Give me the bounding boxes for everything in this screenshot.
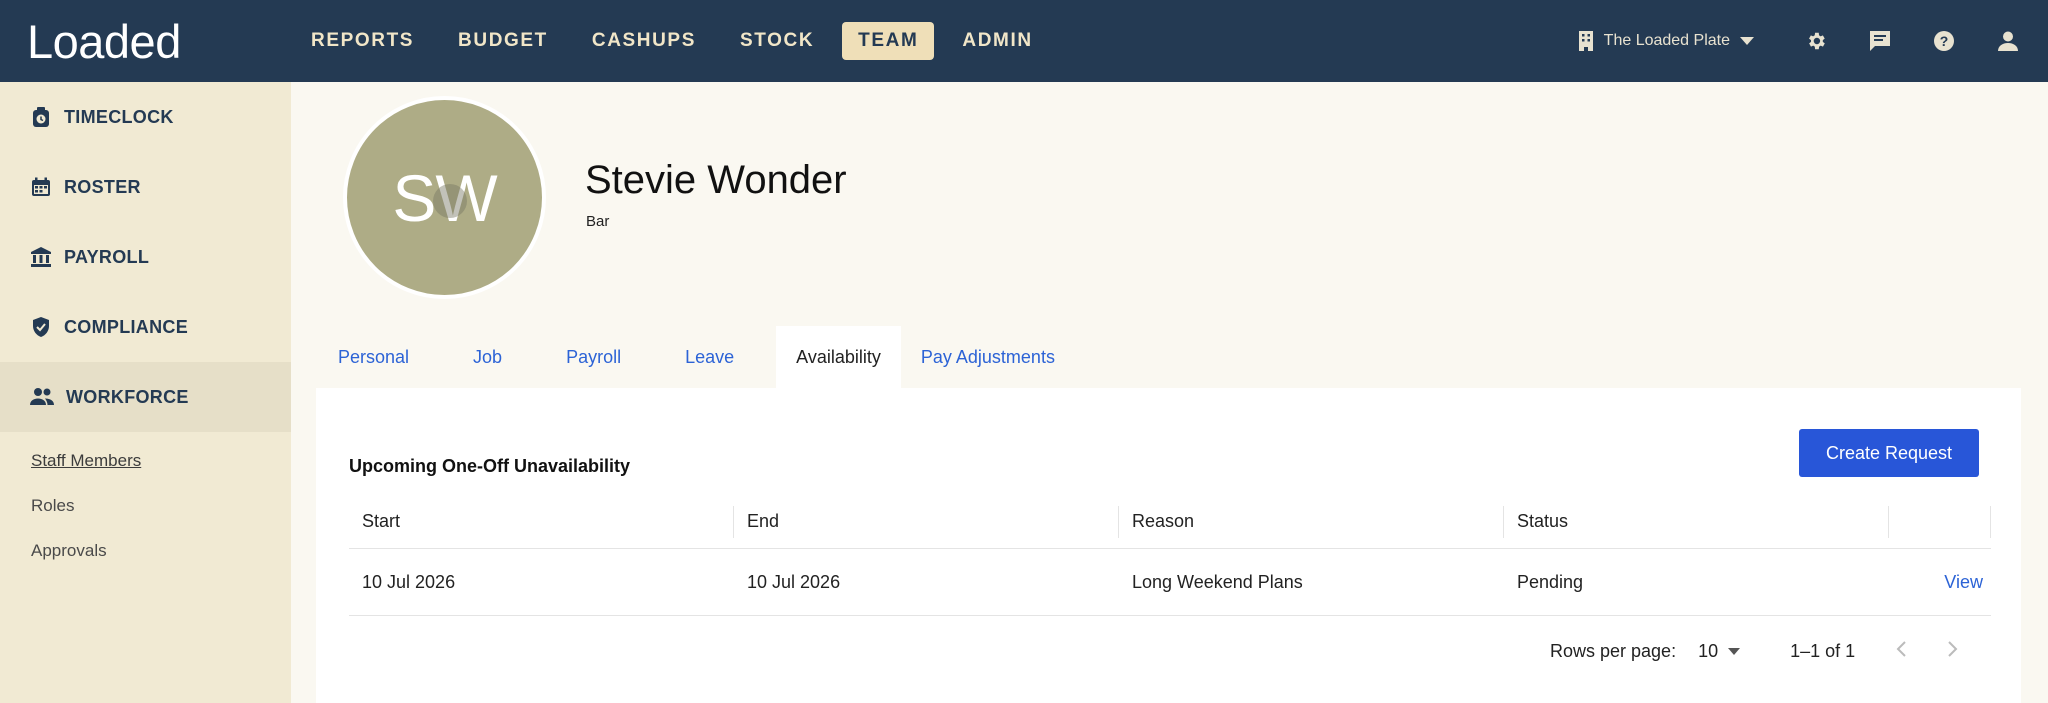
cell-status: Pending [1517, 571, 1584, 592]
availability-panel: Upcoming One-Off Unavailability Create R… [316, 388, 2021, 703]
settings-button[interactable] [1784, 0, 1848, 82]
sidebar-subitem-staff-members[interactable]: Staff Members [0, 438, 291, 483]
sidebar-item-label: TIMECLOCK [64, 106, 174, 127]
section-title: Upcoming One-Off Unavailability [349, 456, 631, 476]
tab-personal[interactable]: Personal [316, 326, 431, 388]
camera-icon [433, 184, 467, 218]
chat-icon [1870, 31, 1890, 51]
caret-down-icon [1740, 37, 1754, 45]
bank-icon [31, 247, 51, 267]
header-tools: The Loaded Plate ? [1578, 0, 2048, 82]
unavailability-table: Start End Reason Status 10 Jul 2026 10 J… [349, 495, 1991, 616]
pagination: Rows per page: 10 1–1 of 1 [1550, 638, 1959, 664]
sidebar-item-timeclock[interactable]: TIMECLOCK [0, 82, 291, 152]
cell-end: 10 Jul 2026 [747, 571, 841, 592]
column-header-status[interactable]: Status [1504, 505, 1889, 538]
previous-page-button[interactable] [1895, 638, 1907, 664]
rows-per-page-value: 10 [1698, 640, 1719, 661]
app-logo[interactable]: Loaded [27, 14, 181, 69]
timeclock-icon [33, 107, 49, 127]
svg-text:?: ? [1940, 33, 1949, 49]
create-request-button[interactable]: Create Request [1799, 429, 1979, 477]
cell-start: 10 Jul 2026 [362, 571, 456, 592]
tab-pay-adjustments[interactable]: Pay Adjustments [921, 326, 1077, 388]
sidebar-item-payroll[interactable]: PAYROLL [0, 222, 291, 292]
column-header-end[interactable]: End [734, 505, 1119, 538]
sidebar-item-roster[interactable]: ROSTER [0, 152, 291, 222]
next-page-button[interactable] [1947, 638, 1959, 664]
messages-button[interactable] [1848, 0, 1912, 82]
avatar[interactable]: SW [343, 96, 546, 299]
profile-name: Stevie Wonder [585, 158, 847, 202]
table-header: Start End Reason Status [349, 495, 1991, 549]
column-header-start[interactable]: Start [349, 505, 734, 538]
rows-per-page-label: Rows per page: [1550, 640, 1677, 661]
chevron-left-icon [1896, 641, 1906, 657]
tab-leave[interactable]: Leave [663, 326, 756, 388]
shield-icon [33, 317, 49, 337]
gear-icon [1809, 32, 1825, 50]
caret-down-icon [1728, 647, 1741, 655]
venue-selector[interactable]: The Loaded Plate [1578, 31, 1754, 51]
building-icon [1578, 31, 1593, 51]
nav-cashups[interactable]: CASHUPS [576, 22, 712, 60]
sidebar-subitem-roles[interactable]: Roles [0, 483, 291, 528]
tab-payroll[interactable]: Payroll [544, 326, 643, 388]
tab-job[interactable]: Job [451, 326, 524, 388]
table-row: 10 Jul 2026 10 Jul 2026 Long Weekend Pla… [349, 549, 1991, 616]
view-link[interactable]: View [1889, 572, 1991, 593]
cell-reason: Long Weekend Plans [1132, 571, 1303, 592]
sidebar-item-label: PAYROLL [64, 246, 150, 267]
calendar-icon [32, 177, 50, 196]
top-bar: Loaded REPORTS BUDGET CASHUPS STOCK TEAM… [0, 0, 2048, 82]
rows-per-page-select[interactable]: 10 [1698, 640, 1741, 662]
sidebar-item-label: ROSTER [64, 176, 141, 197]
column-header-actions [1889, 505, 1991, 538]
sidebar-subitem-approvals[interactable]: Approvals [0, 528, 291, 573]
nav-budget[interactable]: BUDGET [442, 22, 564, 60]
help-icon: ? [1934, 31, 1954, 51]
profile-tabs: Personal Job Payroll Leave Availability … [316, 326, 1097, 388]
help-button[interactable]: ? [1912, 0, 1976, 82]
nav-stock[interactable]: STOCK [724, 22, 830, 60]
profile-role: Bar [586, 213, 610, 230]
sidebar-item-label: COMPLIANCE [64, 316, 188, 337]
tab-availability[interactable]: Availability [776, 326, 901, 388]
column-header-reason[interactable]: Reason [1119, 505, 1504, 538]
venue-name: The Loaded Plate [1603, 32, 1730, 49]
sidebar-item-compliance[interactable]: COMPLIANCE [0, 292, 291, 362]
main-nav: REPORTS BUDGET CASHUPS STOCK TEAM ADMIN [295, 22, 1061, 60]
sidebar: TIMECLOCK ROSTER PAYROLL COMPLIANCE WORK… [0, 82, 291, 703]
nav-reports[interactable]: REPORTS [295, 22, 430, 60]
nav-team[interactable]: TEAM [842, 22, 935, 60]
people-icon [30, 388, 54, 405]
sidebar-item-workforce[interactable]: WORKFORCE [0, 362, 291, 432]
nav-admin[interactable]: ADMIN [946, 22, 1048, 60]
account-button[interactable] [1976, 0, 2040, 82]
chevron-right-icon [1948, 641, 1958, 657]
user-icon [1998, 31, 2018, 51]
pagination-range: 1–1 of 1 [1790, 640, 1856, 661]
sidebar-item-label: WORKFORCE [66, 386, 189, 407]
